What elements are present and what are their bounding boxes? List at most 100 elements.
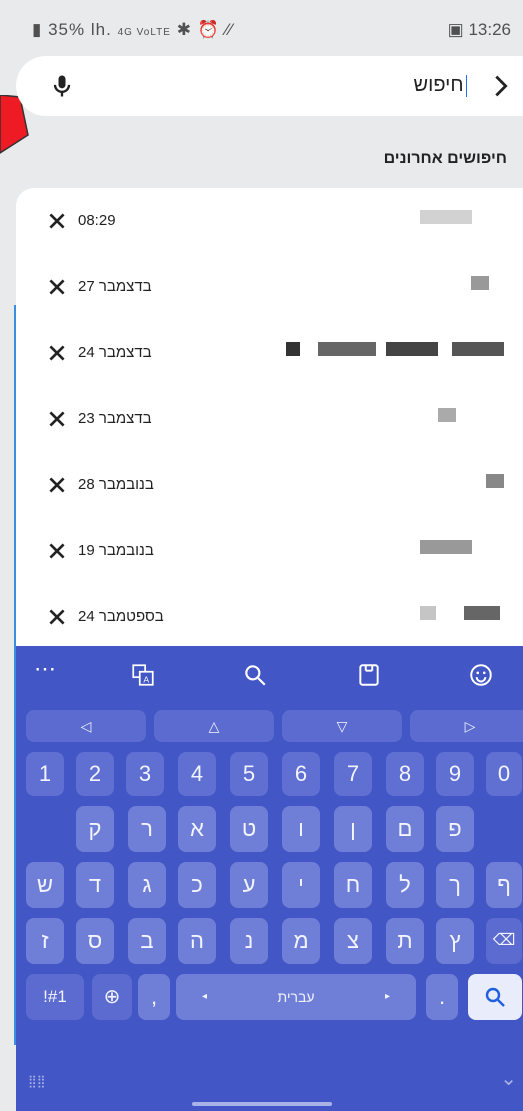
blurred-query	[286, 342, 300, 356]
signal-indicator: lh.	[90, 20, 112, 39]
key-6[interactable]: 6	[282, 752, 320, 796]
cursor-left-key[interactable]: ◁	[26, 710, 146, 742]
space-left-arrow-icon: ◂	[202, 991, 208, 1002]
key-7[interactable]: 7	[334, 752, 372, 796]
bluetooth-icon: ✱	[176, 20, 192, 39]
key-letter[interactable]: י	[282, 862, 320, 908]
key-letter[interactable]: ץ	[436, 918, 474, 964]
nfc-icon: ⁄⁄	[225, 20, 234, 39]
cursor-down-key[interactable]: ▽	[282, 710, 402, 742]
clock: 13:26	[468, 20, 511, 39]
key-letter[interactable]: ג	[128, 862, 166, 908]
cursor-up-key[interactable]: △	[154, 710, 274, 742]
microphone-icon[interactable]	[48, 72, 76, 100]
key-letter[interactable]: צ	[334, 918, 372, 964]
gallery-notification-icon: ▣	[447, 20, 464, 39]
space-key[interactable]: ◂ עברית ▸	[176, 974, 416, 1020]
clipboard-icon[interactable]	[356, 662, 382, 688]
key-8[interactable]: 8	[386, 752, 424, 796]
search-icon[interactable]	[242, 662, 268, 688]
key-letter[interactable]: ד	[76, 862, 114, 908]
search-bar[interactable]: חיפוש	[16, 56, 523, 116]
status-bar: ▮ 35% lh. 4G VoLTE ✱ ⏰ ⁄⁄ ▣ 13:26	[0, 0, 523, 58]
battery-icon: ▮	[32, 20, 43, 39]
text-cursor	[465, 74, 467, 97]
keyboard-switch-icon[interactable]: ⣿⣿	[28, 1074, 46, 1088]
key-3[interactable]: 3	[126, 752, 164, 796]
key-letter[interactable]: ח	[334, 862, 372, 908]
recent-item[interactable]: 28 בנובמבר	[16, 452, 523, 518]
blurred-query	[486, 474, 504, 488]
key-0[interactable]: 0	[486, 752, 522, 796]
recent-item[interactable]: 24 בדצמבר	[16, 320, 523, 386]
close-icon[interactable]	[46, 210, 68, 232]
keyboard-toolbar: ⋯ A	[16, 646, 523, 702]
key-letter[interactable]: ה	[178, 918, 216, 964]
close-icon[interactable]	[46, 276, 68, 298]
close-icon[interactable]	[46, 342, 68, 364]
key-letter[interactable]: כ	[178, 862, 216, 908]
blurred-query	[471, 276, 489, 290]
more-options-icon[interactable]: ⋯	[34, 656, 60, 682]
status-right: ▣ 13:26	[448, 20, 511, 40]
key-letter[interactable]: ו	[282, 806, 320, 852]
key-letter[interactable]: ט	[230, 806, 268, 852]
key-letter[interactable]: ב	[128, 918, 166, 964]
recent-item[interactable]: 24 בספטמבר	[16, 584, 523, 646]
key-letter[interactable]: ק	[76, 806, 114, 852]
recent-item[interactable]: 27 בדצמבר	[16, 254, 523, 320]
recent-item[interactable]: 23 בדצמבר	[16, 386, 523, 452]
key-letter[interactable]: ע	[230, 862, 268, 908]
close-icon[interactable]	[46, 606, 68, 628]
emoji-icon[interactable]	[468, 662, 494, 688]
search-input[interactable]: חיפוש	[414, 74, 467, 97]
search-icon	[485, 987, 505, 1007]
key-2[interactable]: 2	[76, 752, 114, 796]
key-letter[interactable]: פ	[436, 806, 474, 852]
backspace-key[interactable]: ⌫	[486, 918, 522, 964]
key-9[interactable]: 9	[436, 752, 474, 796]
network-indicator: 4G VoLTE	[117, 27, 171, 38]
blurred-query	[420, 210, 472, 224]
key-letter[interactable]: ש	[26, 862, 64, 908]
comma-key[interactable]: ,	[138, 974, 170, 1020]
key-letter[interactable]: ף	[486, 862, 522, 908]
key-letter[interactable]: ת	[386, 918, 424, 964]
recent-item-date: 27 בדצמבר	[78, 278, 152, 295]
key-5[interactable]: 5	[230, 752, 268, 796]
period-key[interactable]: .	[426, 974, 458, 1020]
symbols-key[interactable]: !#1	[26, 974, 84, 1020]
close-icon[interactable]	[46, 540, 68, 562]
key-letter[interactable]: ן	[334, 806, 372, 852]
blurred-query	[464, 606, 500, 620]
key-letter[interactable]: ם	[386, 806, 424, 852]
close-icon[interactable]	[46, 474, 68, 496]
key-letter[interactable]: ך	[436, 862, 474, 908]
search-query: חיפוש	[413, 74, 464, 96]
space-language-label: עברית	[277, 989, 315, 1005]
cursor-right-key[interactable]: ▷	[410, 710, 523, 742]
recent-item[interactable]: 08:29	[16, 188, 523, 254]
recent-item[interactable]: 19 בנובמבר	[16, 518, 523, 584]
key-letter[interactable]: ס	[76, 918, 114, 964]
close-icon[interactable]	[46, 408, 68, 430]
key-letter[interactable]: ז	[26, 918, 64, 964]
globe-icon[interactable]: ⊕	[92, 974, 132, 1020]
svg-text:A: A	[143, 675, 149, 685]
key-letter[interactable]: מ	[282, 918, 320, 964]
search-key[interactable]	[468, 974, 522, 1020]
key-letter[interactable]: נ	[230, 918, 268, 964]
key-letter[interactable]: א	[178, 806, 216, 852]
translate-icon[interactable]: A	[130, 662, 156, 688]
recent-item-date: 23 בדצמבר	[78, 410, 152, 427]
alarm-icon: ⏰	[197, 20, 220, 39]
chevron-right-icon[interactable]	[487, 70, 515, 102]
key-letter[interactable]: ר	[128, 806, 166, 852]
key-letter[interactable]: ל	[386, 862, 424, 908]
chevron-down-icon[interactable]: ⌄	[500, 1066, 517, 1091]
blurred-query	[420, 540, 472, 554]
key-4[interactable]: 4	[178, 752, 216, 796]
key-1[interactable]: 1	[26, 752, 64, 796]
navigation-handle[interactable]	[192, 1102, 332, 1106]
status-left: ▮ 35% lh. 4G VoLTE ✱ ⏰ ⁄⁄	[32, 20, 233, 40]
